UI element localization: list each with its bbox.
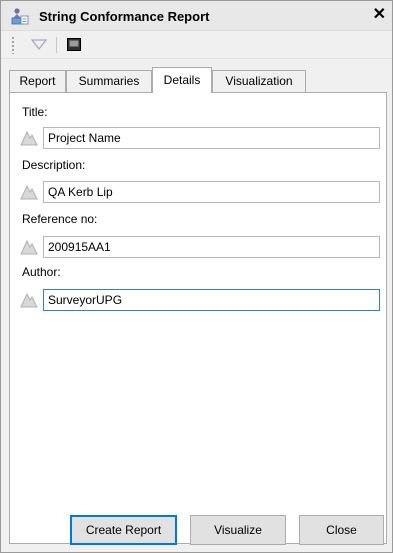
expression-icon[interactable] xyxy=(20,292,38,308)
details-panel: Title: Description: Reference no: Author… xyxy=(9,92,387,544)
description-label: Description: xyxy=(22,158,86,172)
monitor-icon[interactable] xyxy=(67,38,81,51)
tab-label: Report xyxy=(19,74,56,88)
reference-label: Reference no: xyxy=(22,212,98,226)
tab-label: Details xyxy=(163,73,201,87)
toolbar xyxy=(1,31,392,59)
create-report-button[interactable]: Create Report xyxy=(70,515,177,545)
toolbar-separator xyxy=(56,37,57,53)
author-field[interactable] xyxy=(43,289,380,311)
author-label: Author: xyxy=(22,265,61,279)
expression-icon[interactable] xyxy=(20,239,38,255)
tab-summaries[interactable]: Summaries xyxy=(66,70,152,92)
report-dialog: String Conformance Report ✕ Report Summa… xyxy=(0,0,393,553)
title-label: Title: xyxy=(22,105,48,119)
close-icon[interactable]: ✕ xyxy=(373,6,386,24)
expression-icon[interactable] xyxy=(20,130,38,146)
reference-field[interactable] xyxy=(43,236,380,258)
description-field[interactable] xyxy=(43,181,380,203)
report-app-icon xyxy=(11,7,29,25)
filter-triangle-icon[interactable] xyxy=(29,37,49,53)
close-button[interactable]: Close xyxy=(299,515,384,545)
tab-report[interactable]: Report xyxy=(9,70,66,92)
window-title: String Conformance Report xyxy=(39,9,210,24)
tab-details[interactable]: Details xyxy=(152,67,212,93)
title-bar[interactable]: String Conformance Report ✕ xyxy=(1,1,392,31)
expression-icon[interactable] xyxy=(20,184,38,200)
toolbar-grip-icon[interactable] xyxy=(11,36,15,54)
title-field[interactable] xyxy=(43,127,380,149)
tab-label: Summaries xyxy=(78,74,140,88)
visualize-button[interactable]: Visualize xyxy=(190,515,286,545)
tab-visualization[interactable]: Visualization xyxy=(212,70,306,92)
tab-label: Visualization xyxy=(225,74,293,88)
